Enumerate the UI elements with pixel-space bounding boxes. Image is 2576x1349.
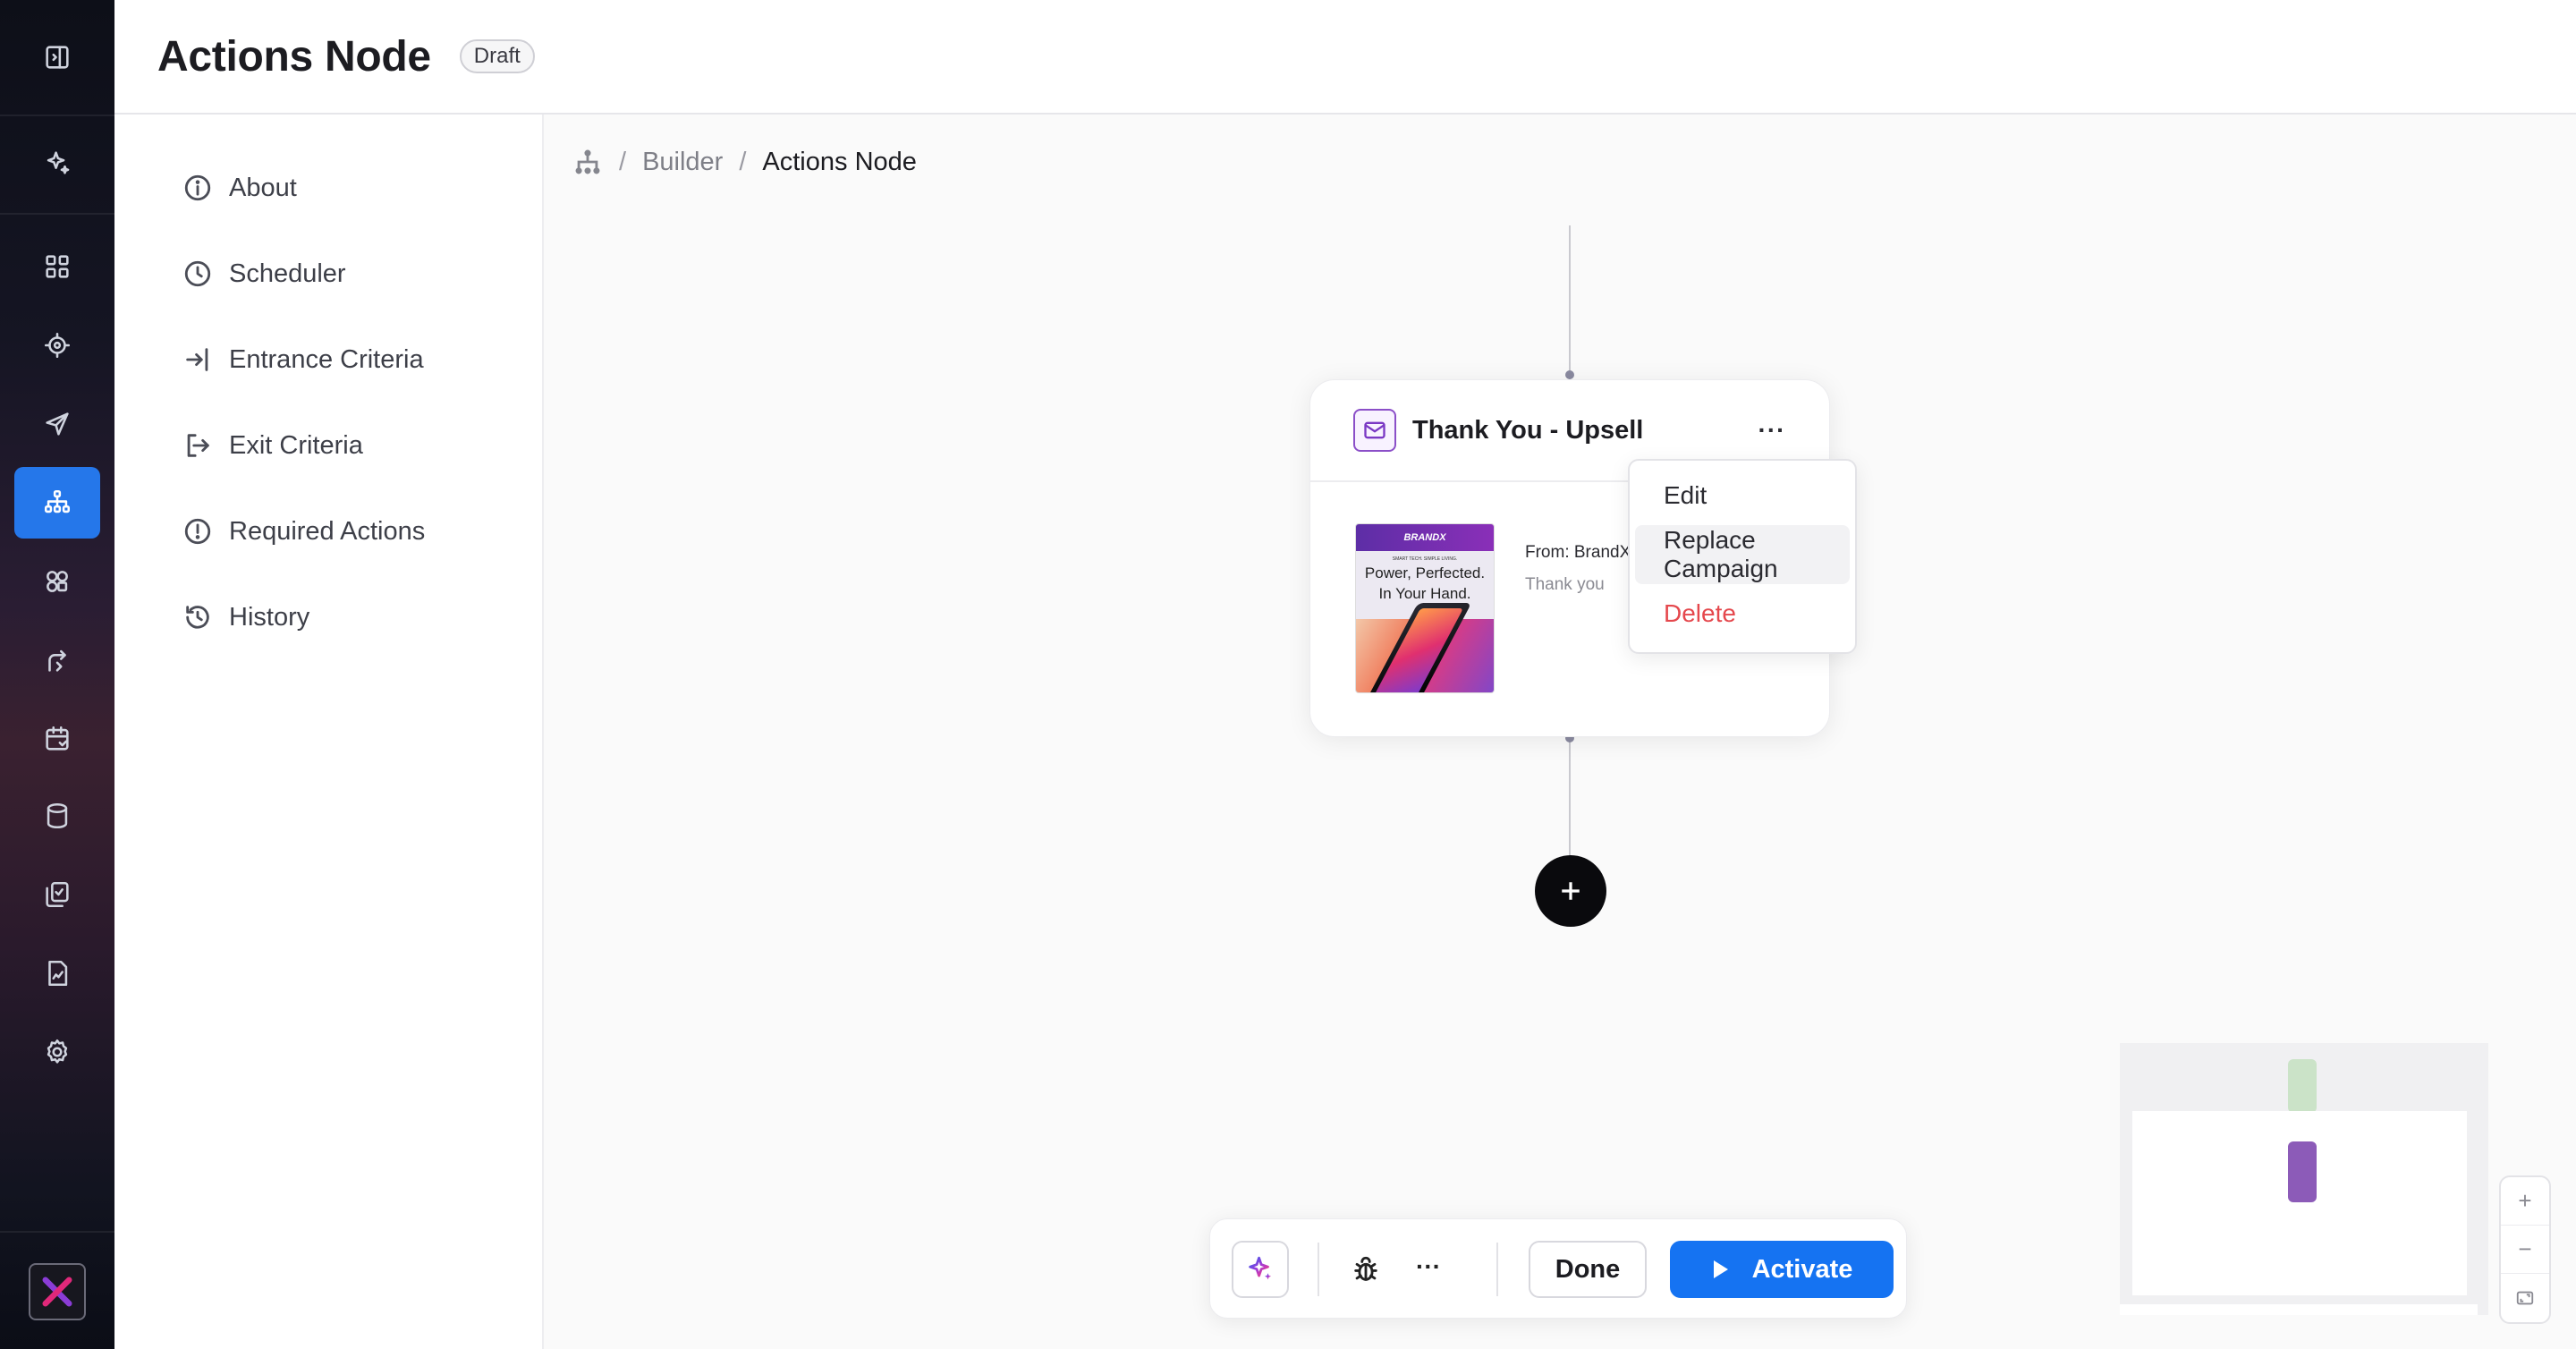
nav-item-label: Scheduler xyxy=(229,259,346,288)
dashboard-grid-icon[interactable] xyxy=(14,231,100,302)
nav-item-entrance-criteria[interactable]: Entrance Criteria xyxy=(182,333,424,386)
node-context-menu: Edit Replace Campaign Delete xyxy=(1628,459,1857,654)
nav-item-exit-criteria[interactable]: Exit Criteria xyxy=(182,419,363,472)
email-subject: Thank you xyxy=(1525,575,1605,594)
fit-view-icon xyxy=(2516,1291,2534,1305)
nav-item-label: Required Actions xyxy=(229,516,426,546)
nav-item-label: About xyxy=(229,173,297,202)
report-icon[interactable] xyxy=(14,938,100,1009)
thumbnail-brand: BRANDX xyxy=(1356,524,1494,551)
alert-circle-icon xyxy=(184,518,211,545)
minimap[interactable] xyxy=(2120,1043,2488,1315)
breadcrumb-builder-link[interactable]: Builder xyxy=(642,148,723,177)
nav-item-label: Entrance Criteria xyxy=(229,344,424,374)
database-icon[interactable] xyxy=(14,780,100,852)
calendar-icon[interactable] xyxy=(14,703,100,775)
send-icon[interactable] xyxy=(14,388,100,460)
menu-item-delete[interactable]: Delete xyxy=(1635,584,1850,643)
thumbnail-headline-2: In Your Hand. xyxy=(1378,585,1471,602)
nav-item-required-actions[interactable]: Required Actions xyxy=(182,505,425,558)
sparkle-icon xyxy=(1249,1256,1272,1280)
history-icon xyxy=(186,606,209,629)
node-title: Thank You - Upsell xyxy=(1412,415,1644,445)
breadcrumb-separator: / xyxy=(739,147,747,176)
bug-icon xyxy=(1354,1256,1377,1281)
journey-tree-icon[interactable] xyxy=(14,467,100,539)
nav-item-scheduler[interactable]: Scheduler xyxy=(182,247,346,301)
minimap-scroll xyxy=(2120,1304,2478,1315)
bottom-toolbar: ··· Done Activate xyxy=(1209,1218,1907,1319)
info-icon xyxy=(184,174,211,201)
fit-view-button[interactable] xyxy=(2501,1274,2549,1322)
exit-icon xyxy=(187,434,209,457)
menu-item-replace-campaign[interactable]: Replace Campaign xyxy=(1635,525,1850,584)
connector-handle[interactable] xyxy=(1565,370,1574,379)
nav-item-about[interactable]: About xyxy=(182,161,297,215)
documents-icon[interactable] xyxy=(14,859,100,930)
enter-icon xyxy=(186,348,208,371)
activate-label: Activate xyxy=(1751,1254,1853,1284)
thumbnail-product-image xyxy=(1356,603,1494,692)
thumbnail-tagline: SMART TECH. SIMPLE LIVING. xyxy=(1392,556,1458,562)
gear-icon[interactable] xyxy=(14,1016,100,1088)
email-thumbnail[interactable]: BRANDX SMART TECH. SIMPLE LIVING. Power,… xyxy=(1355,523,1495,693)
icon-rail xyxy=(0,0,114,1349)
tree-icon xyxy=(575,149,600,174)
mail-icon xyxy=(1353,409,1396,452)
menu-item-edit[interactable]: Edit xyxy=(1635,466,1850,525)
email-from: From: BrandX xyxy=(1525,543,1631,562)
page-header: Actions Node Draft xyxy=(114,0,2576,115)
nav-item-label: History xyxy=(229,602,310,632)
clock-icon xyxy=(184,260,211,287)
breadcrumb-separator: / xyxy=(619,147,627,176)
zoom-controls: + − xyxy=(2499,1175,2551,1324)
page-title: Actions Node xyxy=(157,32,431,81)
add-node-button[interactable] xyxy=(1535,855,1606,927)
node-more-button[interactable]: ··· xyxy=(1754,416,1790,444)
sidebar-toggle-icon[interactable] xyxy=(14,21,100,93)
minimap-node-trigger xyxy=(2288,1059,2317,1113)
connector-line xyxy=(1569,741,1571,857)
debug-button[interactable] xyxy=(1343,1246,1389,1293)
zoom-in-button[interactable]: + xyxy=(2501,1177,2549,1226)
flow-icon[interactable] xyxy=(14,624,100,696)
minimap-node-email xyxy=(2288,1141,2317,1202)
sparkle-icon[interactable] xyxy=(14,127,100,199)
nav-item-history[interactable]: History xyxy=(182,590,309,644)
activate-button[interactable]: Activate xyxy=(1670,1241,1894,1298)
zoom-out-button[interactable]: − xyxy=(2501,1226,2549,1274)
status-badge: Draft xyxy=(459,39,535,73)
breadcrumb: / Builder / Actions Node xyxy=(572,147,917,177)
toolbar-divider xyxy=(1318,1243,1319,1296)
segments-icon[interactable] xyxy=(14,546,100,617)
nav-item-label: Exit Criteria xyxy=(229,430,363,460)
target-icon[interactable] xyxy=(14,310,100,381)
ai-assist-button[interactable] xyxy=(1232,1241,1289,1298)
thumbnail-headline-1: Power, Perfected. xyxy=(1364,564,1486,581)
settings-nav: About Scheduler Entrance Criteria Exit C… xyxy=(114,115,544,1349)
minimap-viewport[interactable] xyxy=(2132,1111,2467,1295)
journey-canvas[interactable]: / Builder / Actions Node Thank You - Ups… xyxy=(544,115,2576,1349)
done-button[interactable]: Done xyxy=(1529,1241,1647,1298)
brand-x-logo[interactable] xyxy=(29,1263,86,1320)
breadcrumb-current: Actions Node xyxy=(762,147,917,176)
toolbar-divider xyxy=(1496,1243,1498,1296)
play-icon xyxy=(1713,1260,1728,1278)
toolbar-more-button[interactable]: ··· xyxy=(1405,1246,1452,1293)
plus-icon xyxy=(1562,882,1580,900)
